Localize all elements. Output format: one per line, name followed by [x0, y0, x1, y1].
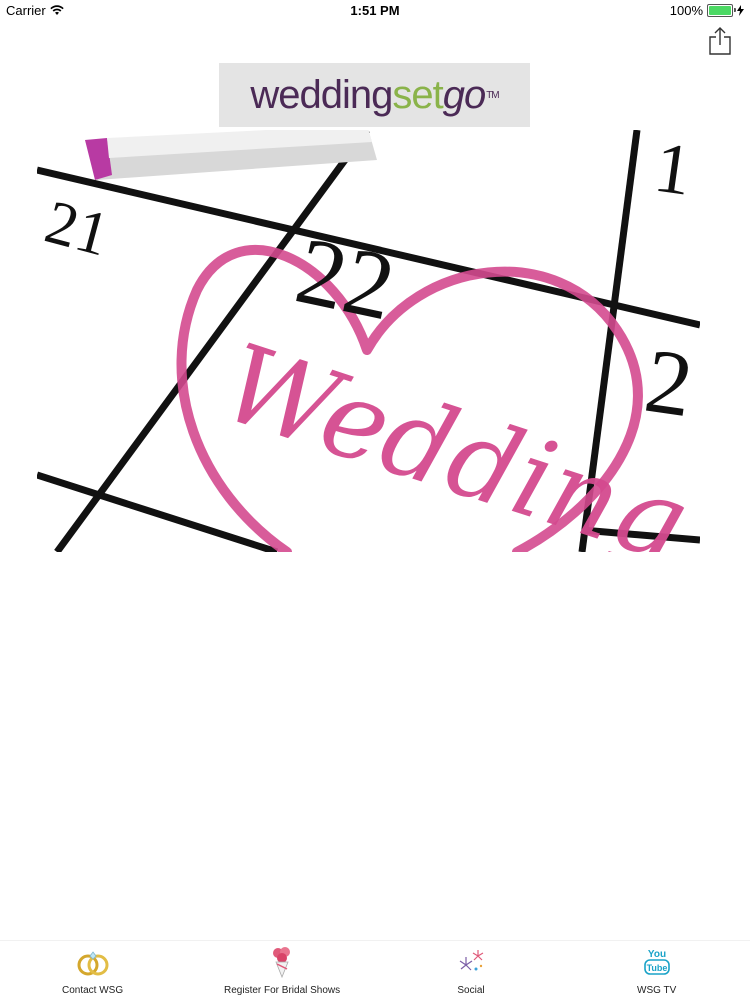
logo-trademark: TM: [486, 89, 499, 101]
bottom-tab-bar: Contact WSG Register For Bridal Shows So…: [0, 940, 750, 1001]
logo-text-wedding: wedding: [250, 72, 393, 117]
share-icon: [709, 27, 731, 55]
wedding-set-go-logo: wedding set go TM: [219, 63, 530, 127]
tab-register-bridal-shows[interactable]: Register For Bridal Shows: [224, 945, 340, 996]
logo-text-go: go: [442, 72, 486, 117]
bouquet-icon: [273, 947, 291, 979]
tab-label-social: Social: [457, 985, 485, 996]
battery-icon: [707, 4, 736, 17]
tab-label-wsg-tv: WSG TV: [637, 985, 677, 996]
svg-text:You: You: [648, 949, 666, 960]
battery-percent: 100%: [669, 3, 703, 18]
share-button[interactable]: [707, 26, 733, 56]
tab-wsg-tv[interactable]: You Tube WSG TV: [637, 945, 676, 996]
tab-contact-wsg[interactable]: Contact WSG: [62, 945, 123, 996]
rings-icon: [77, 951, 109, 976]
tab-label-contact-wsg: Contact WSG: [62, 985, 124, 996]
youtube-icon: You Tube: [643, 949, 670, 975]
status-bar: Carrier 1:51 PM 100%: [0, 0, 750, 22]
clock: 1:51 PM: [350, 3, 400, 18]
svg-text:Tube: Tube: [646, 963, 667, 973]
tab-label-register-bridal-shows: Register For Bridal Shows: [224, 985, 341, 996]
status-right: 100%: [670, 3, 744, 18]
logo-text-set: set: [392, 72, 443, 117]
tab-social[interactable]: Social: [453, 945, 489, 996]
fireworks-icon: [459, 950, 484, 971]
wedding-calendar-banner: 21 22 1 2 Wedding: [37, 130, 700, 552]
charging-icon: [737, 5, 744, 16]
